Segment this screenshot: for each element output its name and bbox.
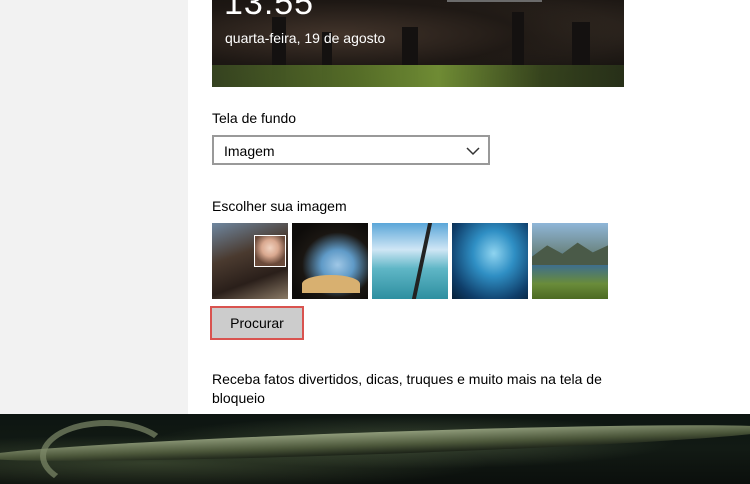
preview-time: 13:55 — [224, 0, 315, 22]
fun-facts-description: Receba fatos divertidos, dicas, truques … — [212, 371, 602, 406]
image-thumbnail[interactable] — [212, 223, 288, 299]
choose-image-heading: Escolher sua imagem — [212, 198, 347, 214]
thumbnail-decor — [532, 242, 608, 265]
lock-screen-preview: 13:55 quarta-feira, 19 de agosto — [212, 0, 624, 87]
user-photo-inset — [254, 235, 286, 267]
background-dropdown[interactable]: Imagem — [212, 135, 490, 165]
image-thumbnail[interactable] — [452, 223, 528, 299]
settings-sidebar — [0, 0, 188, 414]
image-thumbnail[interactable] — [532, 223, 608, 299]
thumbnail-decor — [411, 223, 433, 299]
preview-date: quarta-feira, 19 de agosto — [225, 30, 386, 46]
preview-top-bar — [447, 0, 542, 2]
chevron-down-icon — [466, 147, 480, 156]
desktop-wallpaper — [0, 414, 750, 484]
thumbnail-decor — [302, 275, 360, 293]
image-thumbnail[interactable] — [292, 223, 368, 299]
browse-button-label: Procurar — [230, 315, 284, 331]
wallpaper-decor — [40, 420, 172, 484]
preview-grass — [212, 65, 624, 87]
background-heading: Tela de fundo — [212, 110, 297, 126]
background-dropdown-value: Imagem — [224, 143, 275, 159]
image-thumbnail[interactable] — [372, 223, 448, 299]
browse-button[interactable]: Procurar — [210, 306, 304, 340]
